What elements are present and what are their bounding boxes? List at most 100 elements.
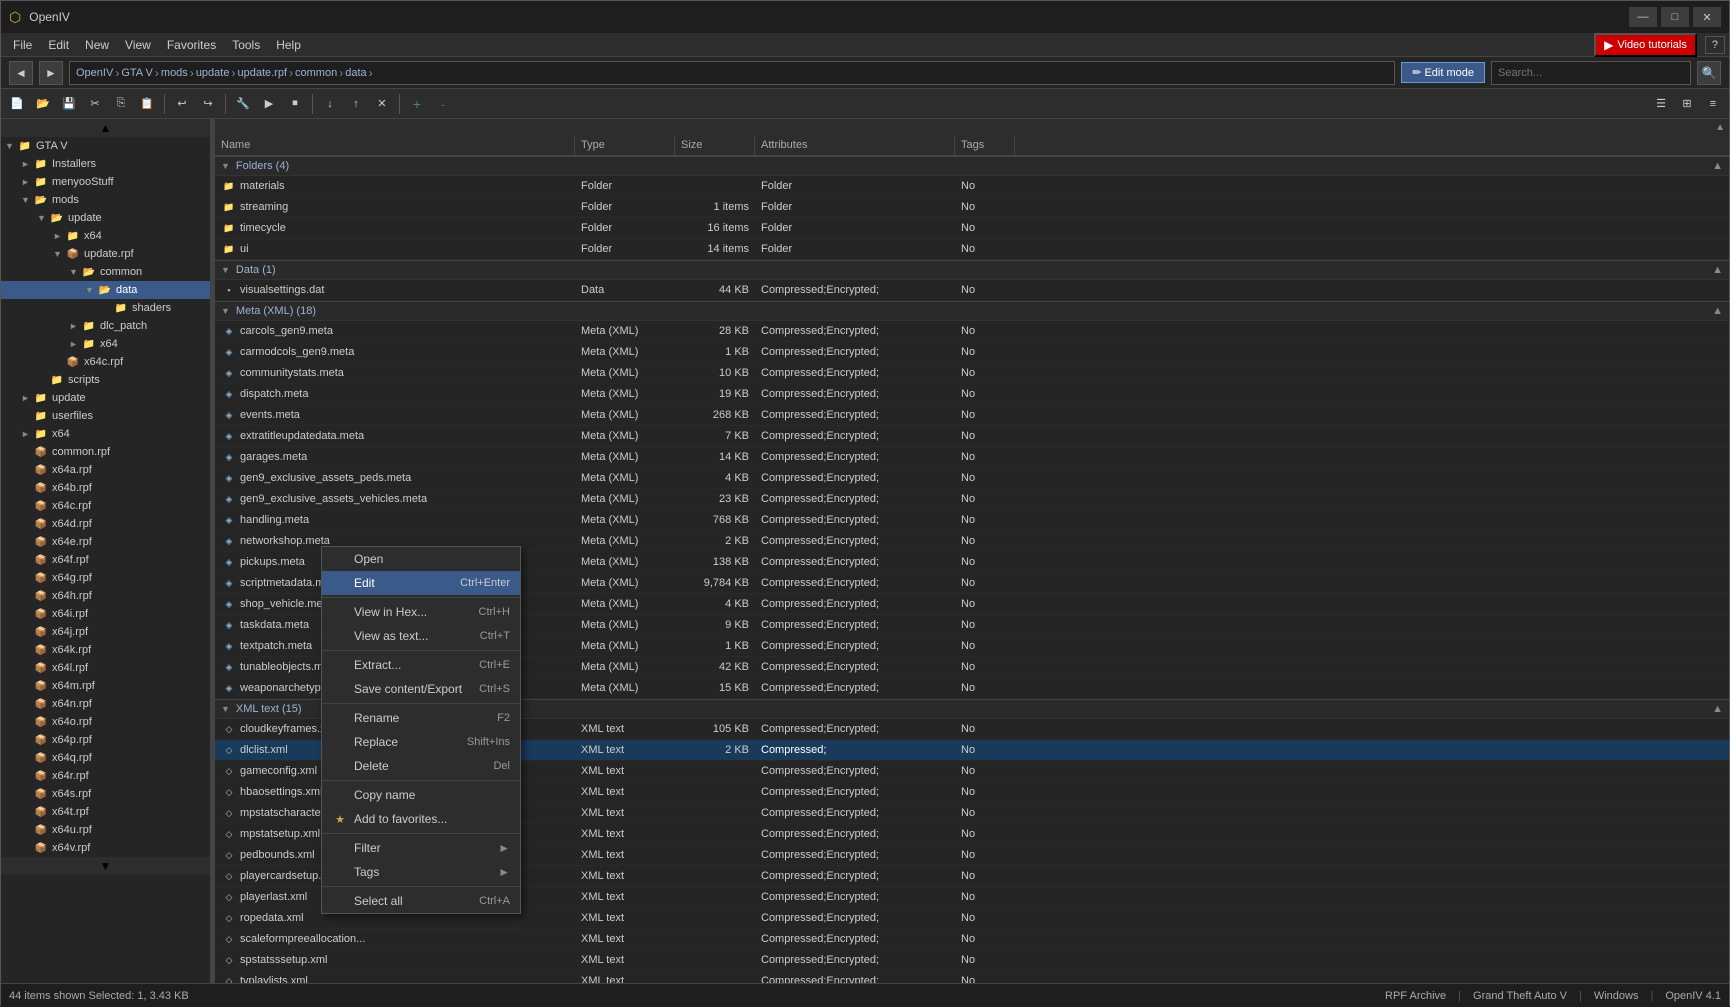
sidebar-item-x64r[interactable]: 📦 x64r.rpf [1, 767, 210, 785]
ctx-copy-name[interactable]: Copy name [322, 783, 520, 807]
sidebar-item-x64j[interactable]: 📦 x64j.rpf [1, 623, 210, 641]
forward-button[interactable]: ► [39, 61, 63, 85]
sidebar-item-common-rpf[interactable]: 📦 common.rpf [1, 443, 210, 461]
menu-edit[interactable]: Edit [40, 36, 77, 54]
toolbar-undo[interactable]: ↩ [170, 92, 194, 116]
breadcrumb-openiv[interactable]: OpenIV [76, 67, 113, 79]
sidebar-item-x64q[interactable]: 📦 x64q.rpf [1, 749, 210, 767]
col-header-name[interactable]: Name [215, 135, 575, 155]
table-row[interactable]: ◈dispatch.meta Meta (XML) 19 KB Compress… [215, 384, 1729, 405]
breadcrumb-gtav[interactable]: GTA V [121, 67, 153, 79]
minimize-button[interactable]: — [1629, 7, 1657, 27]
sidebar-item-gtav[interactable]: ▼ 📁 GTA V [1, 137, 210, 155]
group-collapse-meta[interactable]: ▲ [1712, 305, 1723, 317]
menu-new[interactable]: New [77, 36, 117, 54]
sidebar-item-x64-update[interactable]: ► 📁 x64 [1, 227, 210, 245]
table-row[interactable]: ◇spstatsssetup.xml XML text Compressed;E… [215, 950, 1729, 971]
sidebar-item-x64k[interactable]: 📦 x64k.rpf [1, 641, 210, 659]
toolbar-copy[interactable]: ⎘ [109, 92, 133, 116]
toolbar-remove[interactable]: - [431, 92, 455, 116]
sidebar-item-x64t[interactable]: 📦 x64t.rpf [1, 803, 210, 821]
col-header-tags[interactable]: Tags [955, 135, 1015, 155]
sidebar-item-x64c[interactable]: 📦 x64c.rpf [1, 497, 210, 515]
ctx-replace[interactable]: Replace Shift+Ins [322, 730, 520, 754]
sidebar-item-userfiles[interactable]: 📁 userfiles [1, 407, 210, 425]
menu-view[interactable]: View [117, 36, 159, 54]
toolbar-open[interactable]: 📂 [31, 92, 55, 116]
group-collapse-data[interactable]: ▲ [1712, 264, 1723, 276]
ctx-open[interactable]: Open [322, 547, 520, 571]
toolbar-run[interactable]: ▶ [257, 92, 281, 116]
sidebar-item-scripts[interactable]: 📁 scripts [1, 371, 210, 389]
table-row[interactable]: 📁timecycle Folder 16 items Folder No [215, 218, 1729, 239]
ctx-add-favorites[interactable]: ★ Add to favorites... [322, 807, 520, 831]
group-collapse-folders[interactable]: ▲ [1712, 160, 1723, 172]
sidebar-item-installers[interactable]: ► 📁 Installers [1, 155, 210, 173]
ctx-view-hex[interactable]: View in Hex... Ctrl+H [322, 600, 520, 624]
menu-favorites[interactable]: Favorites [159, 36, 224, 54]
toolbar-new-doc[interactable]: 📄 [5, 92, 29, 116]
sidebar-item-x64m[interactable]: 📦 x64m.rpf [1, 677, 210, 695]
ctx-edit[interactable]: Edit Ctrl+Enter [322, 571, 520, 595]
back-button[interactable]: ◄ [9, 61, 33, 85]
sidebar-item-shaders[interactable]: 📁 shaders [1, 299, 210, 317]
sidebar-item-update-mods[interactable]: ▼ 📂 update [1, 209, 210, 227]
table-row[interactable]: 📁ui Folder 14 items Folder No [215, 239, 1729, 260]
sidebar-item-x64c-mods[interactable]: 📦 x64c.rpf [1, 353, 210, 371]
sidebar-item-x64f[interactable]: 📦 x64f.rpf [1, 551, 210, 569]
sidebar-item-data[interactable]: ▼ 📂 data [1, 281, 210, 299]
ctx-select-all[interactable]: Select all Ctrl+A [322, 889, 520, 913]
ctx-delete[interactable]: Delete Del [322, 754, 520, 778]
toolbar-save[interactable]: 💾 [57, 92, 81, 116]
search-button[interactable]: 🔍 [1697, 61, 1721, 85]
breadcrumb-mods[interactable]: mods [161, 67, 188, 79]
sidebar-item-x64d[interactable]: 📦 x64d.rpf [1, 515, 210, 533]
sidebar-item-x64i[interactable]: 📦 x64i.rpf [1, 605, 210, 623]
sidebar-item-x64b[interactable]: 📦 x64b.rpf [1, 479, 210, 497]
table-row[interactable]: ◈handling.meta Meta (XML) 768 KB Compres… [215, 510, 1729, 531]
sidebar-item-x64-root[interactable]: ► 📁 x64 [1, 425, 210, 443]
ctx-tags[interactable]: Tags ► [322, 860, 520, 884]
filelist-scroll-up-arrow[interactable]: ▲ [1715, 122, 1725, 133]
table-row[interactable]: ◈extratitleupdatedata.meta Meta (XML) 7 … [215, 426, 1729, 447]
ctx-filter[interactable]: Filter ► [322, 836, 520, 860]
breadcrumb-data[interactable]: data [345, 67, 366, 79]
toolbar-paste[interactable]: 📋 [135, 92, 159, 116]
table-row[interactable]: ◈garages.meta Meta (XML) 14 KB Compresse… [215, 447, 1729, 468]
table-row[interactable]: ◈gen9_exclusive_assets_vehicles.meta Met… [215, 489, 1729, 510]
scroll-down-btn[interactable]: ▼ [1, 857, 210, 875]
close-button[interactable]: ✕ [1693, 7, 1721, 27]
sidebar-item-x64h[interactable]: 📦 x64h.rpf [1, 587, 210, 605]
table-row[interactable]: ◈carmodcols_gen9.meta Meta (XML) 1 KB Co… [215, 342, 1729, 363]
ctx-rename[interactable]: Rename F2 [322, 706, 520, 730]
menu-help[interactable]: Help [268, 36, 309, 54]
sidebar-item-menyoostuff[interactable]: ► 📁 menyooStuff [1, 173, 210, 191]
sidebar-item-x64g[interactable]: 📦 x64g.rpf [1, 569, 210, 587]
maximize-button[interactable]: □ [1661, 7, 1689, 27]
table-row[interactable]: ◇scaleformpreeallocation... XML text Com… [215, 929, 1729, 950]
menu-file[interactable]: File [5, 36, 40, 54]
breadcrumb-common[interactable]: common [295, 67, 337, 79]
ctx-save-export[interactable]: Save content/Export Ctrl+S [322, 677, 520, 701]
table-row[interactable]: ◈carcols_gen9.meta Meta (XML) 28 KB Comp… [215, 321, 1729, 342]
sidebar-item-x64p[interactable]: 📦 x64p.rpf [1, 731, 210, 749]
video-tutorials-button[interactable]: ▶ Video tutorials [1594, 33, 1697, 57]
table-row[interactable]: ▪visualsettings.dat Data 44 KB Compresse… [215, 280, 1729, 301]
view-list-button[interactable]: ☰ [1649, 92, 1673, 116]
sidebar-item-x64o[interactable]: 📦 x64o.rpf [1, 713, 210, 731]
help-icon-button[interactable]: ? [1705, 36, 1725, 54]
sidebar-item-x64l[interactable]: 📦 x64l.rpf [1, 659, 210, 677]
sidebar-item-update-root[interactable]: ► 📁 update [1, 389, 210, 407]
col-header-type[interactable]: Type [575, 135, 675, 155]
sidebar-item-x64a[interactable]: 📦 x64a.rpf [1, 461, 210, 479]
table-row[interactable]: ◇tvplaylists.xml XML text Compressed;Enc… [215, 971, 1729, 983]
table-row[interactable]: ◈communitystats.meta Meta (XML) 10 KB Co… [215, 363, 1729, 384]
sidebar-item-updaterpf[interactable]: ▼ 📦 update.rpf [1, 245, 210, 263]
toolbar-rebuild[interactable]: 🔧 [231, 92, 255, 116]
sidebar-item-x64s[interactable]: 📦 x64s.rpf [1, 785, 210, 803]
view-grid-button[interactable]: ⊞ [1675, 92, 1699, 116]
edit-mode-button[interactable]: ✏ Edit mode [1401, 62, 1485, 83]
breadcrumb-update[interactable]: update [196, 67, 230, 79]
toolbar-redo[interactable]: ↪ [196, 92, 220, 116]
sidebar-item-x64n[interactable]: 📦 x64n.rpf [1, 695, 210, 713]
